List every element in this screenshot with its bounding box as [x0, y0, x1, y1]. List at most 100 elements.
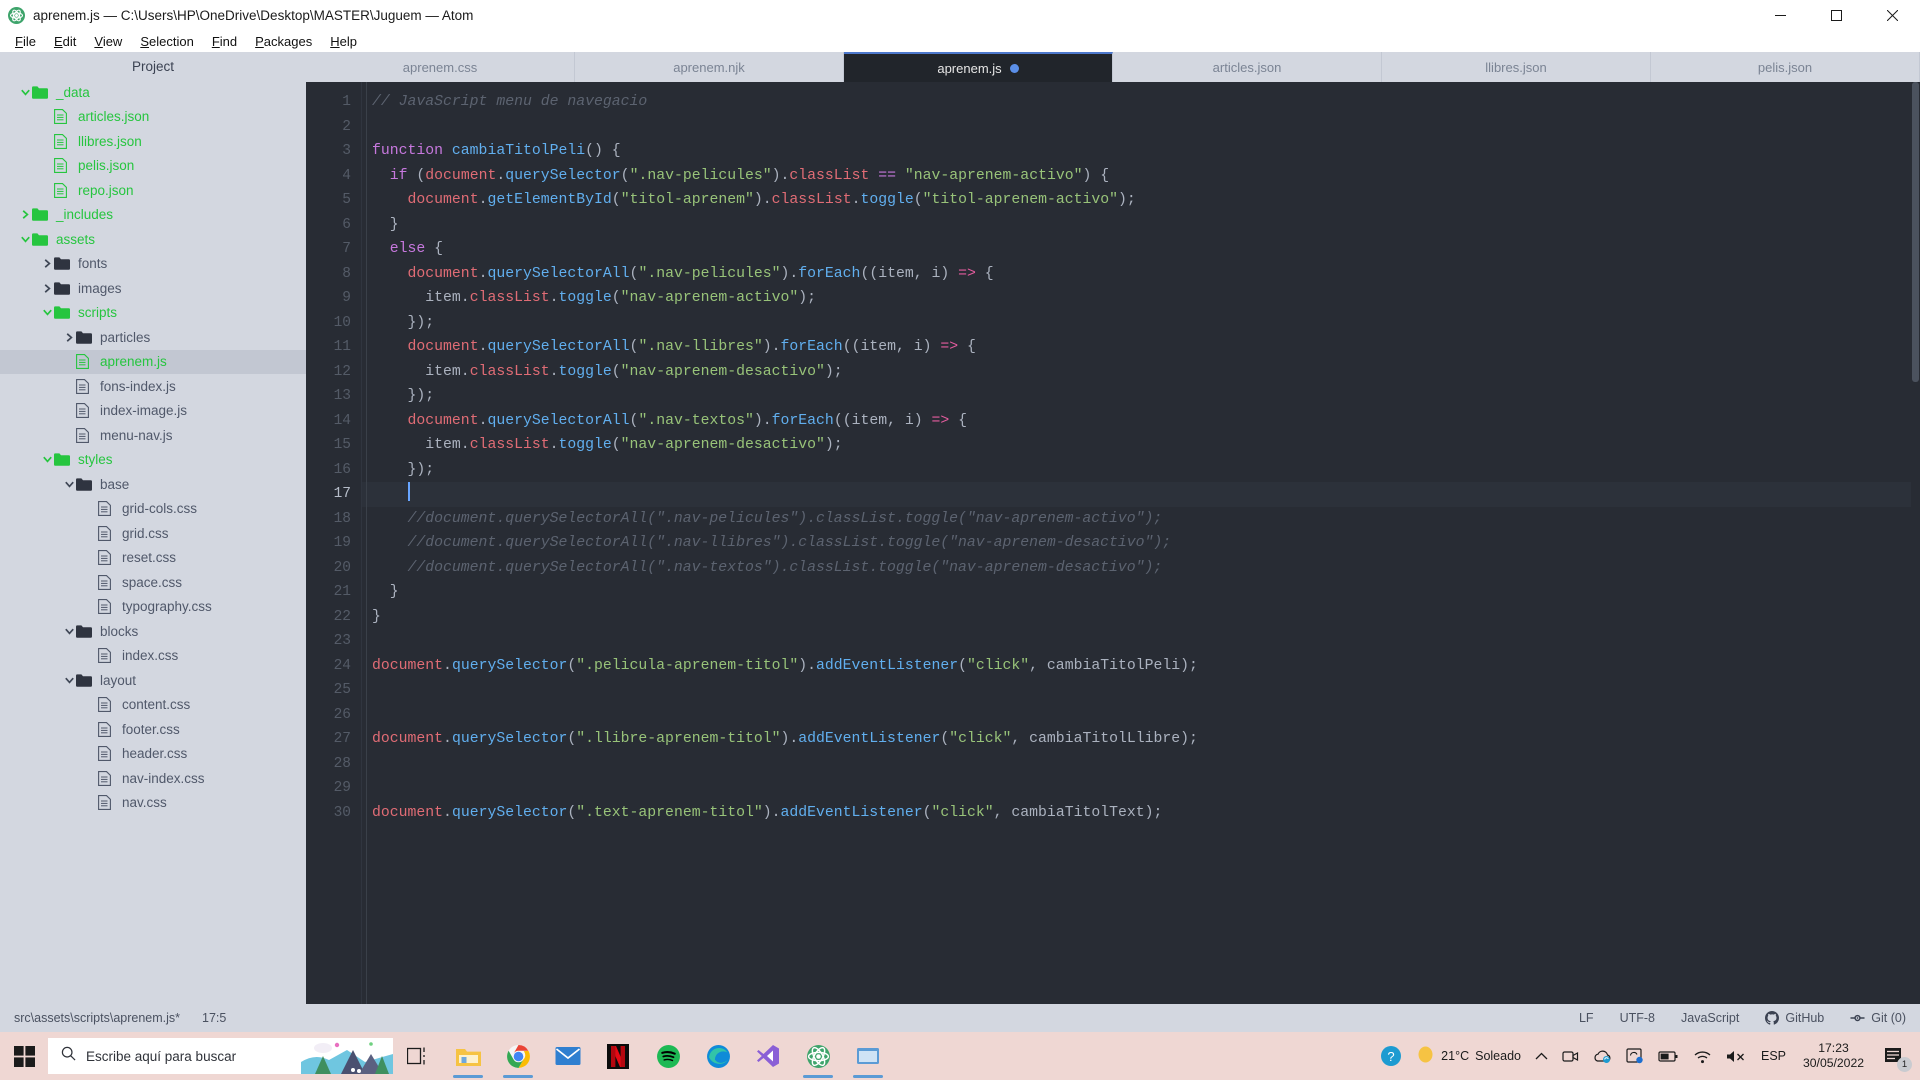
tab-aprenem-njk[interactable]: aprenem.njk — [575, 52, 844, 82]
tree-file[interactable]: reset.css — [0, 546, 306, 571]
chevron-down-icon[interactable] — [40, 309, 54, 316]
tray-expand-button[interactable] — [1528, 1032, 1555, 1080]
tree-file[interactable]: articles.json — [0, 105, 306, 130]
edge-button[interactable] — [693, 1032, 743, 1080]
tab-llibres-json[interactable]: llibres.json — [1382, 52, 1651, 82]
tree-file[interactable]: fons-index.js — [0, 374, 306, 399]
code-line[interactable]: item.classList.toggle("nav-aprenem-desac… — [362, 360, 1920, 385]
chevron-right-icon[interactable] — [18, 210, 32, 220]
tree-file[interactable]: header.css — [0, 742, 306, 767]
atom-taskbar-button[interactable] — [793, 1032, 843, 1080]
help-circle-icon[interactable]: ? — [1373, 1032, 1409, 1080]
code-line[interactable]: item.classList.toggle("nav-aprenem-desac… — [362, 433, 1920, 458]
chevron-down-icon[interactable] — [62, 677, 76, 684]
code-content[interactable]: // JavaScript menu de navegacio function … — [362, 82, 1920, 1004]
start-button[interactable] — [0, 1032, 48, 1080]
clock-widget[interactable]: 17:23 30/05/2022 — [1793, 1041, 1874, 1072]
tree-folder[interactable]: particles — [0, 325, 306, 350]
tab-aprenem-css[interactable]: aprenem.css — [306, 52, 575, 82]
tree-file[interactable]: space.css — [0, 570, 306, 595]
chevron-right-icon[interactable] — [40, 283, 54, 293]
code-line[interactable]: //document.querySelectorAll(".nav-textos… — [362, 556, 1920, 581]
code-line[interactable]: document.querySelector(".pelicula-aprene… — [362, 654, 1920, 679]
tree-folder[interactable]: images — [0, 276, 306, 301]
code-line[interactable]: document.querySelector(".llibre-aprenem-… — [362, 727, 1920, 752]
tab-modified-indicator[interactable] — [1009, 63, 1019, 73]
explorer-window-button[interactable] — [843, 1032, 893, 1080]
visual-studio-button[interactable] — [743, 1032, 793, 1080]
code-line[interactable] — [362, 115, 1920, 140]
code-line[interactable] — [362, 629, 1920, 654]
weather-widget[interactable]: 21°C Soleado — [1409, 1032, 1528, 1080]
battery-icon[interactable] — [1651, 1032, 1686, 1080]
wifi-icon[interactable] — [1686, 1032, 1719, 1080]
code-line[interactable]: // JavaScript menu de navegacio — [362, 90, 1920, 115]
code-line[interactable] — [362, 776, 1920, 801]
menu-item-view[interactable]: View — [85, 32, 131, 51]
code-line[interactable]: } — [362, 580, 1920, 605]
maximize-button[interactable] — [1808, 0, 1864, 30]
taskbar-search-box[interactable]: Escribe aquí para buscar — [48, 1038, 393, 1074]
code-line[interactable] — [362, 482, 1920, 507]
tab-aprenem-js[interactable]: aprenem.js — [844, 52, 1113, 82]
code-line[interactable]: function cambiaTitolPeli() { — [362, 139, 1920, 164]
language-indicator[interactable]: ESP — [1754, 1032, 1793, 1080]
code-line[interactable] — [362, 752, 1920, 777]
status-encoding[interactable]: UTF-8 — [1620, 1011, 1655, 1025]
status-cursor-position[interactable]: 17:5 — [202, 1011, 226, 1025]
tree-folder[interactable]: styles — [0, 448, 306, 473]
tree-file[interactable]: nav-index.css — [0, 766, 306, 791]
tree-file[interactable]: nav.css — [0, 791, 306, 816]
code-line[interactable] — [362, 703, 1920, 728]
code-line[interactable]: //document.querySelectorAll(".nav-pelicu… — [362, 507, 1920, 532]
menu-item-find[interactable]: Find — [203, 32, 246, 51]
chevron-down-icon[interactable] — [62, 481, 76, 488]
code-area[interactable]: 1 2 3 4 5 6 7 8 9 10 11 12 13 14 15 16 17 18 19 20 21 22 23 24 2… — [306, 82, 1920, 1004]
chrome-button[interactable] — [493, 1032, 543, 1080]
tree-file[interactable]: index-image.js — [0, 399, 306, 424]
tree-folder[interactable]: blocks — [0, 619, 306, 644]
task-view-button[interactable] — [393, 1032, 443, 1080]
notification-center-button[interactable]: 1 — [1874, 1032, 1914, 1080]
volume-muted-icon[interactable] — [1719, 1032, 1754, 1080]
tree-file[interactable]: menu-nav.js — [0, 423, 306, 448]
code-line[interactable]: } — [362, 605, 1920, 630]
tree-file[interactable]: aprenem.js — [0, 349, 306, 374]
code-line[interactable] — [362, 678, 1920, 703]
code-line[interactable]: document.querySelector(".text-aprenem-ti… — [362, 801, 1920, 826]
tree-folder[interactable]: assets — [0, 227, 306, 252]
chevron-right-icon[interactable] — [62, 332, 76, 342]
tree-file[interactable]: grid.css — [0, 521, 306, 546]
code-line[interactable]: }); — [362, 311, 1920, 336]
status-github-button[interactable]: GitHub — [1765, 1011, 1824, 1025]
code-line[interactable]: else { — [362, 237, 1920, 262]
tree-file[interactable]: llibres.json — [0, 129, 306, 154]
minimize-button[interactable] — [1752, 0, 1808, 30]
tree-file[interactable]: index.css — [0, 644, 306, 669]
code-line[interactable]: } — [362, 213, 1920, 238]
file-explorer-button[interactable] — [443, 1032, 493, 1080]
menu-item-help[interactable]: Help — [321, 32, 366, 51]
tree-folder[interactable]: scripts — [0, 301, 306, 326]
spotify-button[interactable] — [643, 1032, 693, 1080]
camera-icon[interactable] — [1555, 1032, 1586, 1080]
sync-icon[interactable] — [1619, 1032, 1651, 1080]
tab-articles-json[interactable]: articles.json — [1113, 52, 1382, 82]
chevron-down-icon[interactable] — [62, 628, 76, 635]
tree-file[interactable]: repo.json — [0, 178, 306, 203]
tree-file[interactable]: content.css — [0, 693, 306, 718]
tree-file[interactable]: typography.css — [0, 595, 306, 620]
chevron-right-icon[interactable] — [40, 259, 54, 269]
code-line[interactable]: //document.querySelectorAll(".nav-llibre… — [362, 531, 1920, 556]
code-line[interactable]: }); — [362, 384, 1920, 409]
tree-file[interactable]: pelis.json — [0, 154, 306, 179]
editor-scrollbar[interactable] — [1911, 82, 1920, 1004]
code-line[interactable]: document.querySelectorAll(".nav-llibres"… — [362, 335, 1920, 360]
tab-pelis-json[interactable]: pelis.json — [1651, 52, 1920, 82]
onedrive-icon[interactable] — [1586, 1032, 1619, 1080]
code-line[interactable]: }); — [362, 458, 1920, 483]
chevron-down-icon[interactable] — [18, 236, 32, 243]
status-grammar[interactable]: JavaScript — [1681, 1011, 1739, 1025]
status-git-button[interactable]: Git (0) — [1850, 1011, 1906, 1025]
code-line[interactable]: document.querySelectorAll(".nav-textos")… — [362, 409, 1920, 434]
